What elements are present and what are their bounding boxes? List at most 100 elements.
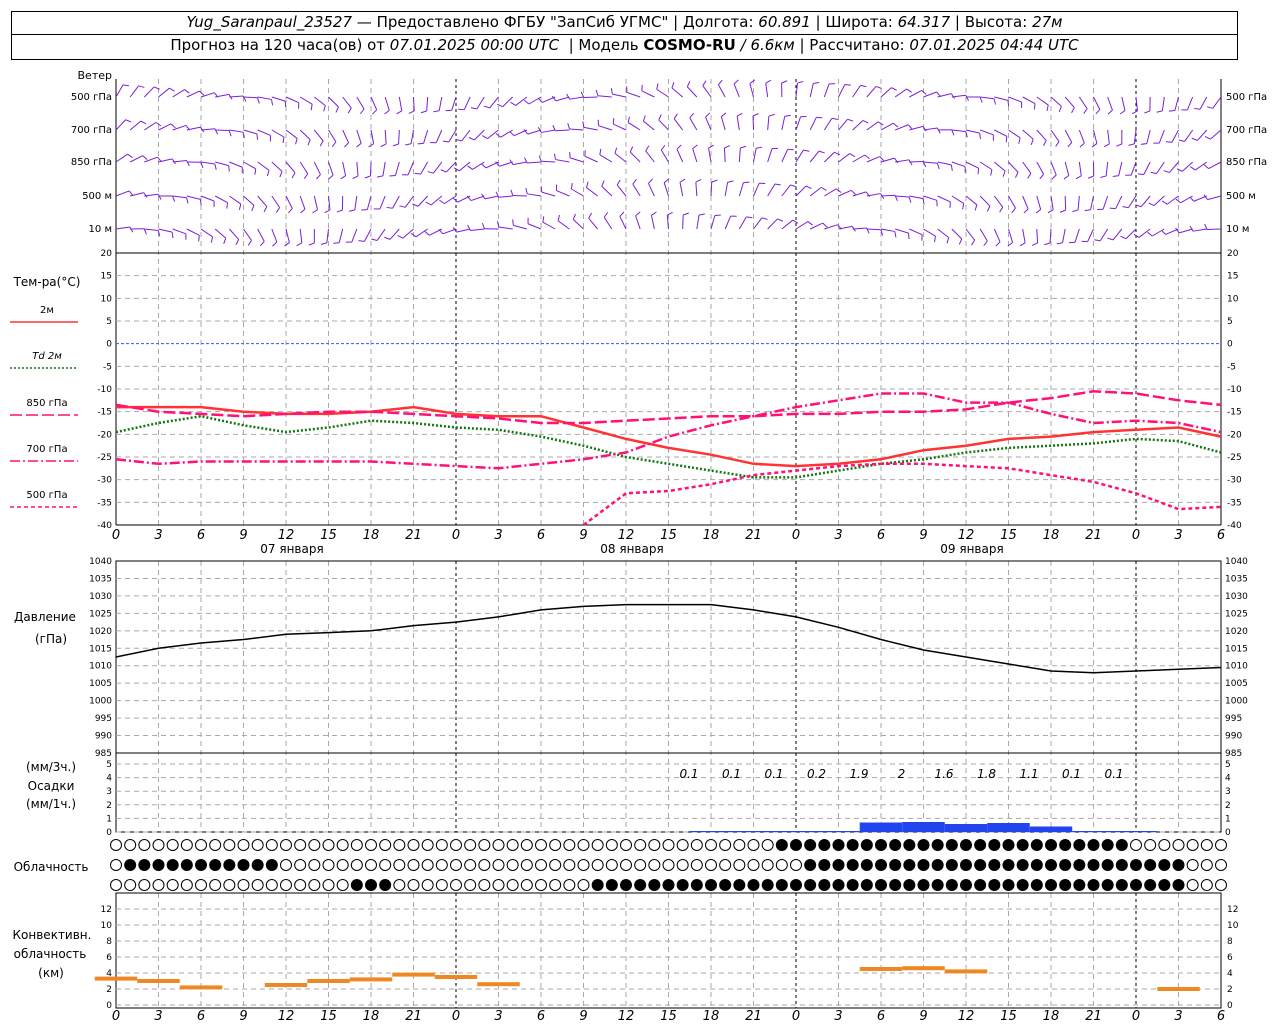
wind-barb — [1093, 129, 1098, 144]
wind-barb — [1050, 129, 1060, 142]
wind-barb-flag — [344, 142, 349, 148]
wind-barb — [1036, 195, 1042, 210]
cloud-symbol — [733, 859, 746, 871]
wind-barb-flag — [199, 90, 205, 96]
wind-barb-flag — [586, 181, 589, 188]
wind-barb-flag — [257, 97, 260, 104]
wind-barb — [313, 129, 324, 142]
wind-barb — [1036, 96, 1049, 106]
wind-barb — [438, 96, 443, 111]
temp-tick-left: -35 — [97, 498, 112, 508]
wind-barb — [313, 195, 318, 210]
wind-barb — [285, 129, 298, 139]
wind-barb — [541, 191, 556, 197]
wind-barb — [392, 195, 400, 209]
wind-barb — [528, 96, 542, 105]
cloud-symbol — [705, 839, 717, 851]
wind-barb-flag — [316, 174, 321, 180]
cloud-symbol — [535, 879, 547, 891]
hour-label-bottom: 9 — [919, 1009, 927, 1024]
cloud-symbol — [690, 859, 703, 871]
wind-barb-flag — [1056, 242, 1063, 245]
wind-barb — [571, 188, 584, 197]
temp-tick-left: -40 — [97, 521, 112, 531]
conv-bar — [859, 967, 903, 971]
wind-barb — [676, 149, 684, 163]
meteogram: Yug_Saranpaul_23527 — Предоставлено ФГБУ… — [0, 0, 1280, 1024]
wind-barb-flag — [892, 122, 899, 128]
hour-label-bottom: 3 — [1174, 1009, 1182, 1024]
precip-bar — [944, 824, 988, 832]
wind-barb — [115, 226, 130, 230]
cloud-symbol — [705, 879, 717, 891]
cloud-symbol — [1030, 879, 1043, 891]
cloud-symbol — [1186, 879, 1199, 891]
wind-barb — [328, 96, 339, 108]
cloud-symbol — [974, 859, 987, 871]
wind-barb — [1064, 129, 1073, 143]
wind-barb-flag — [805, 185, 812, 189]
wind-barb-flag — [983, 240, 988, 247]
wind-barb — [498, 226, 513, 230]
wind-barb — [129, 155, 143, 163]
wind-barb — [229, 129, 244, 133]
wind-barb-flag — [1165, 141, 1172, 143]
wind-barb — [809, 83, 814, 98]
wind-barb — [257, 161, 270, 171]
wind-barb — [363, 228, 372, 242]
wind-barb-flag — [372, 109, 378, 115]
wind-barb — [692, 148, 698, 163]
wind-barb — [228, 228, 240, 240]
wind-barb — [243, 195, 255, 206]
precip-total: 1.6 — [934, 767, 953, 781]
wind-barb — [1161, 96, 1165, 111]
wind-barb — [527, 223, 542, 230]
wind-barb-flag — [740, 145, 747, 149]
wind-barb — [710, 215, 716, 230]
press-tick-right: 995 — [1225, 714, 1242, 724]
wind-barb — [724, 215, 732, 230]
wind-level-left: 500 гПа — [71, 92, 112, 103]
temp-legend-label: Td 2м — [32, 351, 62, 362]
wind-barb-flag — [803, 149, 810, 152]
wind-barb-flag — [864, 154, 870, 160]
hour-label-bottom: 9 — [579, 1009, 587, 1024]
hour-label-bottom: 12 — [618, 1009, 635, 1024]
wind-barb-flag — [377, 175, 384, 178]
wind-level-left: 700 гПа — [71, 125, 112, 136]
wind-barb-flag — [1116, 143, 1123, 147]
wind-barb-flag — [1103, 143, 1110, 148]
wind-barb-flag — [266, 170, 270, 177]
cloud-symbol — [903, 879, 916, 891]
cloud-symbol — [761, 839, 774, 851]
cloud-symbol — [903, 839, 916, 851]
wind-barb — [979, 161, 993, 171]
wind-barb-flag — [483, 105, 490, 109]
precip-tick-left: 0 — [106, 828, 112, 838]
cloud-symbol — [1087, 839, 1100, 851]
hour-label: 0 — [112, 528, 120, 543]
precip-tick-left: 3 — [106, 787, 112, 797]
conv-title-2: облачность — [14, 947, 87, 961]
wind-barb-flag — [660, 144, 666, 151]
wind-barb-flag — [1075, 175, 1082, 180]
wind-barb-flag — [392, 143, 399, 147]
wind-barb — [456, 228, 471, 233]
cloud-symbol — [747, 879, 760, 891]
wind-barb — [660, 149, 669, 163]
cloud-symbol — [506, 839, 519, 851]
wind-barb-flag — [781, 80, 788, 84]
wind-barb — [686, 86, 698, 98]
wind-barb-flag — [525, 187, 528, 194]
wind-barb-flag — [1148, 202, 1155, 206]
conv-tick-right: 10 — [1227, 921, 1239, 931]
wind-barb-flag — [645, 145, 650, 152]
wind-barb — [724, 182, 729, 197]
wind-barb — [632, 183, 641, 197]
wind-barb-flag — [384, 236, 391, 240]
hour-label-bottom: 21 — [745, 1009, 762, 1024]
cloud-symbol — [435, 879, 448, 891]
wind-barb — [328, 129, 337, 143]
wind-barb-flag — [1194, 107, 1201, 110]
cloud-symbol — [676, 859, 689, 871]
